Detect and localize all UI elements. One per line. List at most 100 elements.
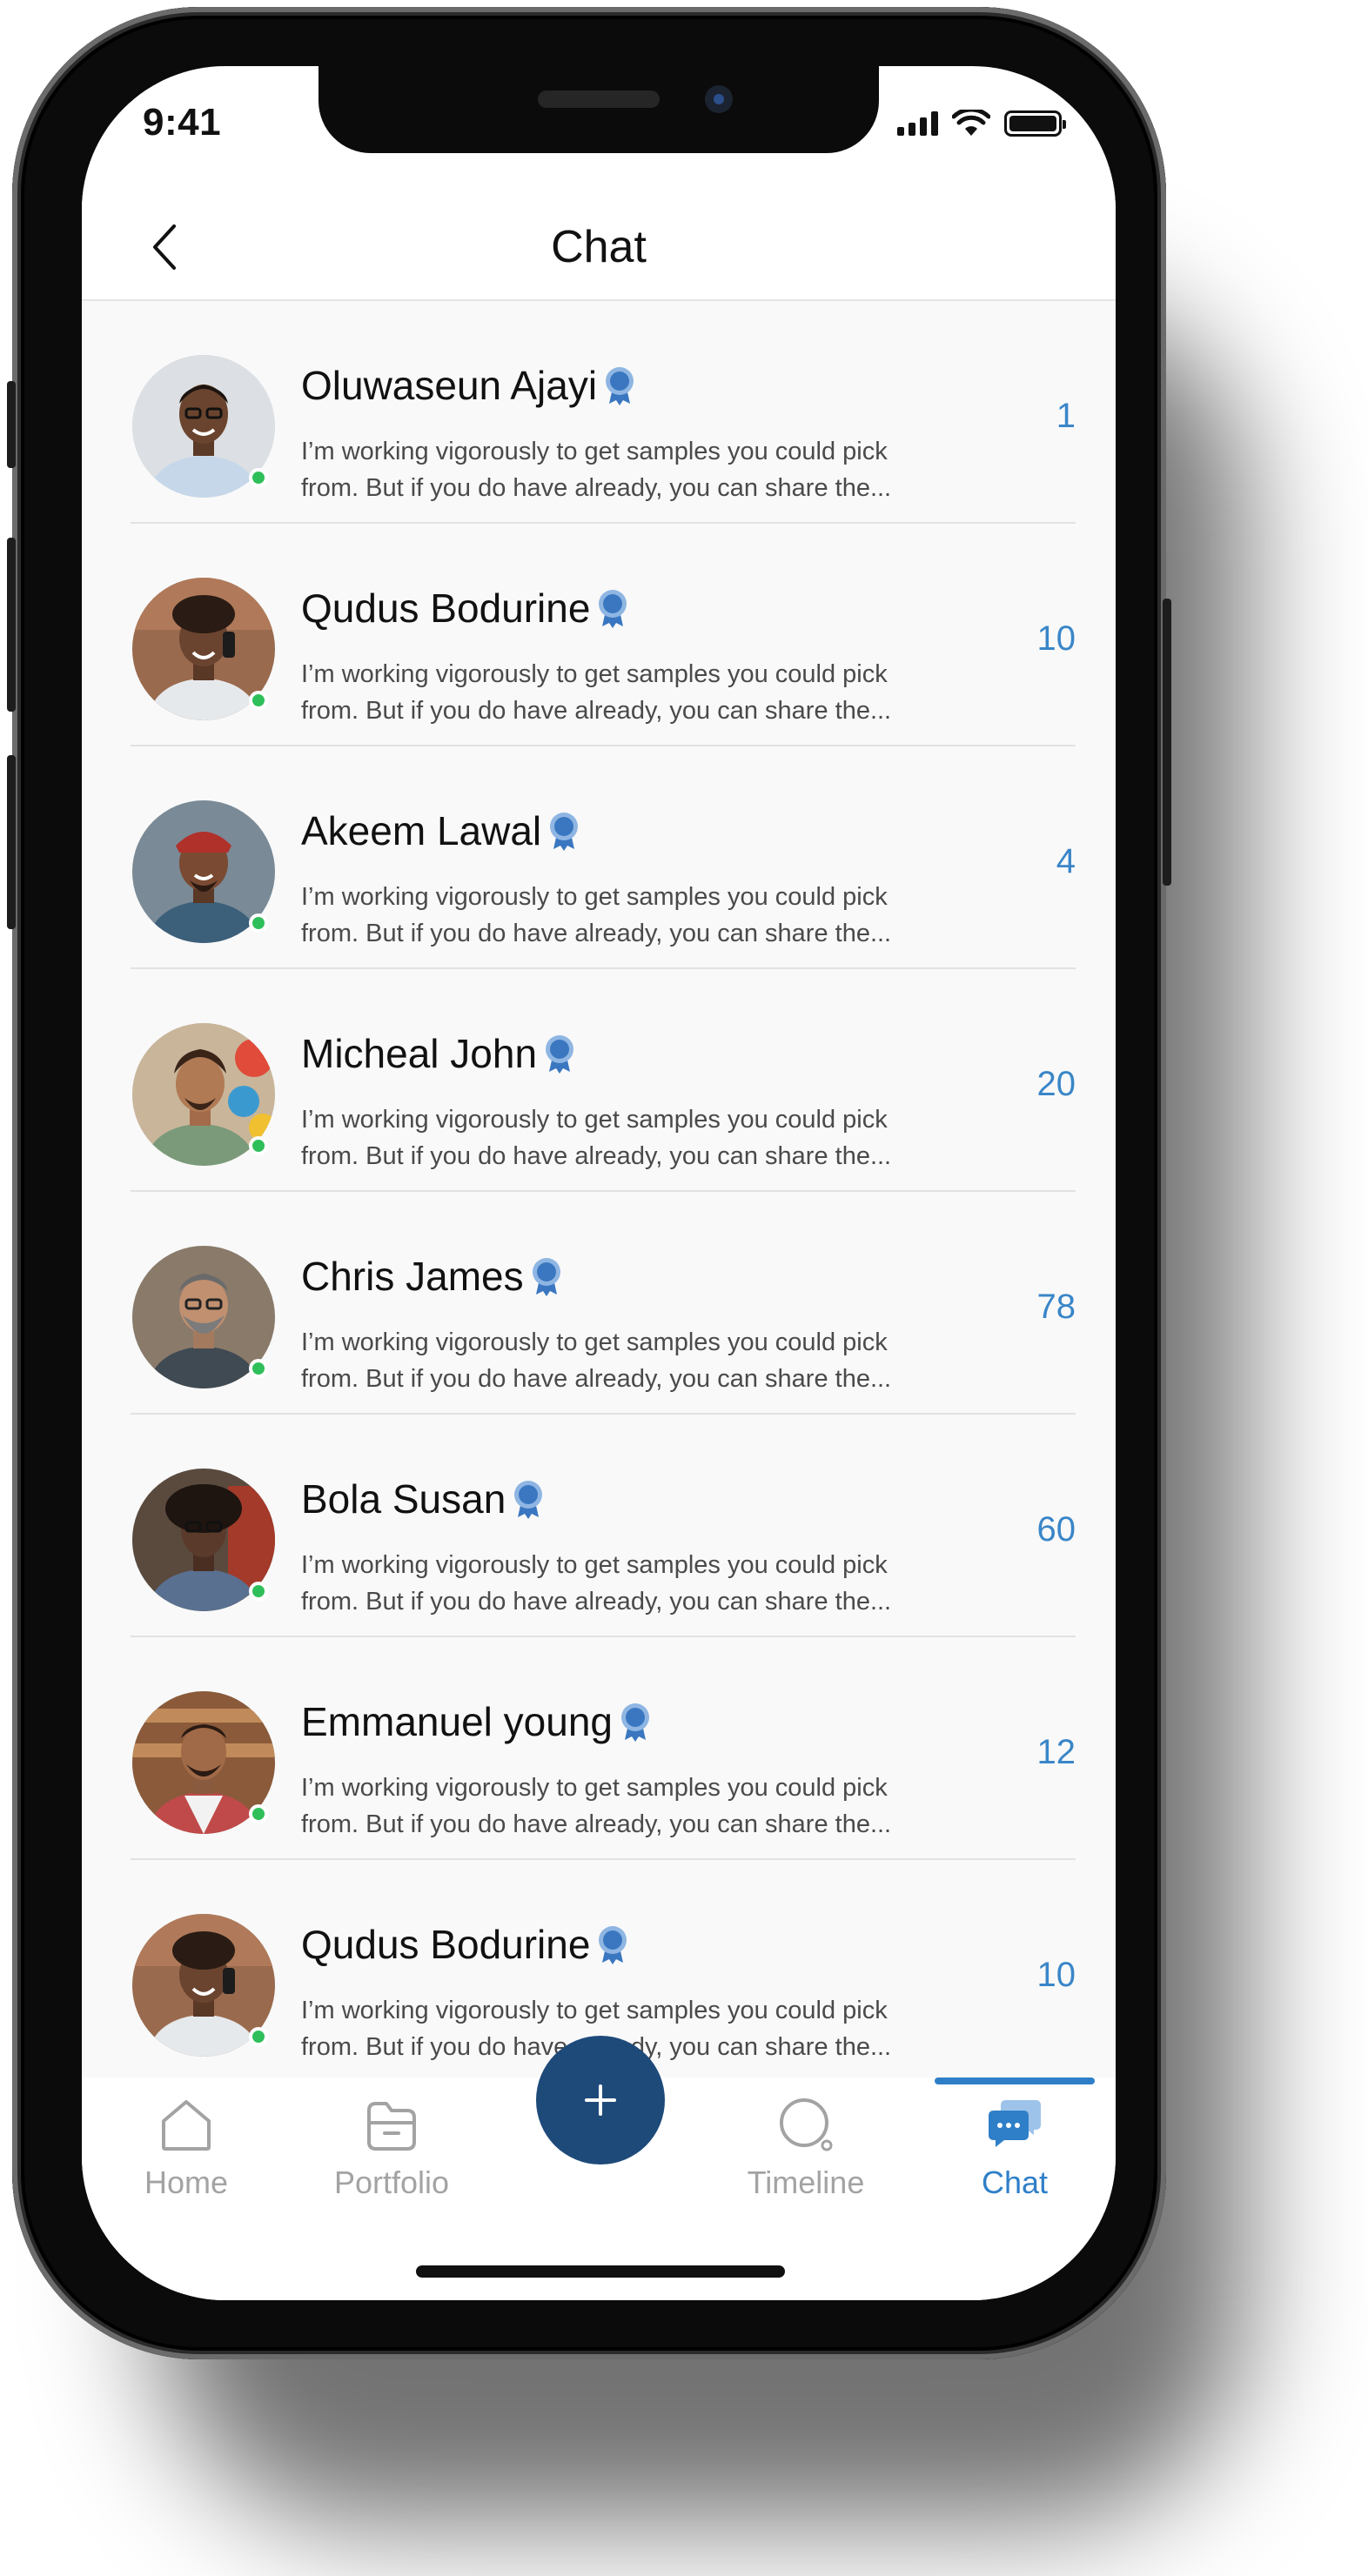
unread-count: 12 [1036,1733,1076,1771]
message-preview-line: I’m working vigorously to get samples yo… [301,438,888,465]
message-preview-line: from. But if you do have already, you ca… [301,474,892,502]
chat-row[interactable]: Qudus Bodurine I’m working vigorously to… [131,524,1076,746]
chat-row[interactable]: Chris James I’m working vigorously to ge… [131,1192,1076,1415]
silent-switch [7,381,16,468]
chat-row[interactable]: Bola Susan I’m working vigorously to get… [131,1415,1076,1637]
verified-badge-icon [599,1926,627,1964]
unread-count: 10 [1036,619,1076,658]
portfolio-icon [367,2102,416,2151]
volume-down-button [7,755,16,929]
chat-name-line: Akeem Lawal [301,807,581,854]
message-preview-line: I’m working vigorously to get samples yo… [301,1106,888,1134]
message-preview-line: I’m working vigorously to get samples yo… [301,883,888,911]
online-status-dot [249,468,268,487]
chat-name-line: Qudus Bodurine [301,1921,630,1968]
online-status-dot [249,1582,268,1601]
verified-badge-icon [532,1258,560,1296]
message-preview: I’m working vigorously to get samples yo… [301,433,945,506]
tab-label: Home [144,2165,229,2200]
home-icon [162,2100,211,2151]
phone-frame: 9:41 Chat Oluwaseun Ajayi I’m working vi… [7,7,1171,2359]
chat-name-line: Oluwaseun Ajayi [301,362,637,409]
chat-row[interactable]: Akeem Lawal I’m working vigorously to ge… [131,746,1076,969]
message-preview-line: I’m working vigorously to get samples yo… [301,1551,888,1579]
contact-name: Qudus Bodurine [301,1922,591,1967]
online-status-dot [249,913,268,933]
notch [319,66,879,153]
contact-name: Oluwaseun Ajayi [301,363,598,408]
unread-count: 60 [1036,1510,1076,1549]
contact-name: Akeem Lawal [301,808,542,853]
header: Chat [82,188,1116,301]
message-preview-line: I’m working vigorously to get samples yo… [301,1774,888,1802]
online-status-dot [249,2027,268,2046]
status-icons [897,110,1066,137]
contact-name: Micheal John [301,1031,538,1076]
tab-label: Timeline [747,2165,865,2200]
cellular-signal-icon [897,111,938,136]
home-indicator[interactable] [416,2265,785,2278]
message-preview-line: from. But if you do have already, you ca… [301,1142,892,1170]
active-tab-indicator [935,2078,1095,2084]
unread-count: 78 [1036,1288,1076,1326]
message-preview: I’m working vigorously to get samples yo… [301,1324,945,1397]
contact-name: Qudus Bodurine [301,585,591,631]
chat-name-line: Micheal John [301,1030,577,1077]
tab-portfolio[interactable]: Portfolio [305,2093,479,2201]
contact-name: Chris James [301,1254,524,1299]
message-preview: I’m working vigorously to get samples yo… [301,1770,945,1843]
chat-name-line: Qudus Bodurine [301,585,630,632]
verified-badge-icon [514,1481,543,1519]
add-button[interactable] [536,2036,665,2165]
online-status-dot [249,1136,268,1155]
chat-list[interactable]: Oluwaseun Ajayi I’m working vigorously t… [82,301,1116,2078]
verified-badge-icon [546,1035,574,1074]
wifi-icon [952,110,990,136]
unread-count: 1 [1056,397,1076,435]
timeline-icon [780,2098,833,2151]
verified-badge-icon [599,590,627,628]
message-preview: I’m working vigorously to get samples yo… [301,656,945,729]
chat-name-line: Bola Susan [301,1475,546,1522]
chat-row[interactable]: Oluwaseun Ajayi I’m working vigorously t… [131,301,1076,524]
chat-row[interactable]: Emmanuel young I’m working vigorously to… [131,1637,1076,1860]
contact-name: Bola Susan [301,1476,506,1522]
volume-up-button [7,538,16,712]
speaker [538,90,660,108]
chat-icon [989,2100,1041,2147]
unread-count: 20 [1036,1065,1076,1103]
message-preview: I’m working vigorously to get samples yo… [301,1101,945,1174]
message-preview-line: from. But if you do have already, you ca… [301,920,892,947]
message-preview-line: from. But if you do have already, you ca… [301,1588,892,1616]
online-status-dot [249,1804,268,1823]
message-preview: I’m working vigorously to get samples yo… [301,879,945,952]
power-button [1163,599,1171,886]
chat-row[interactable]: Micheal John I’m working vigorously to g… [131,969,1076,1192]
front-camera [705,85,733,113]
verified-badge-icon [620,1703,649,1742]
online-status-dot [249,691,268,710]
unread-count: 10 [1036,1956,1076,1994]
tab-chat[interactable]: Chat [928,2093,1102,2201]
tab-timeline[interactable]: Timeline [719,2093,893,2201]
message-preview-line: from. But if you do have already, you ca… [301,1365,892,1393]
tab-label: Portfolio [333,2165,450,2200]
chat-name-line: Emmanuel young [301,1698,653,1745]
verified-badge-icon [550,813,579,851]
message-preview: I’m working vigorously to get samples yo… [301,1547,945,1620]
battery-icon [1004,110,1066,137]
plus-icon [585,2084,616,2116]
message-preview-line: from. But if you do have already, you ca… [301,697,892,725]
chat-name-line: Chris James [301,1253,564,1300]
status-time: 9:41 [143,101,222,144]
tab-label: Chat [981,2165,1049,2200]
unread-count: 4 [1056,842,1076,880]
page-title: Chat [551,222,647,272]
message-preview-line: from. But if you do have already, you ca… [301,1810,892,1838]
verified-badge-icon [606,367,634,405]
message-preview-line: I’m working vigorously to get samples yo… [301,1997,888,2024]
contact-name: Emmanuel young [301,1699,613,1744]
message-preview-line: I’m working vigorously to get samples yo… [301,660,888,688]
tab-home[interactable]: Home [99,2093,273,2201]
screen: 9:41 Chat Oluwaseun Ajayi I’m working vi… [82,66,1116,2300]
